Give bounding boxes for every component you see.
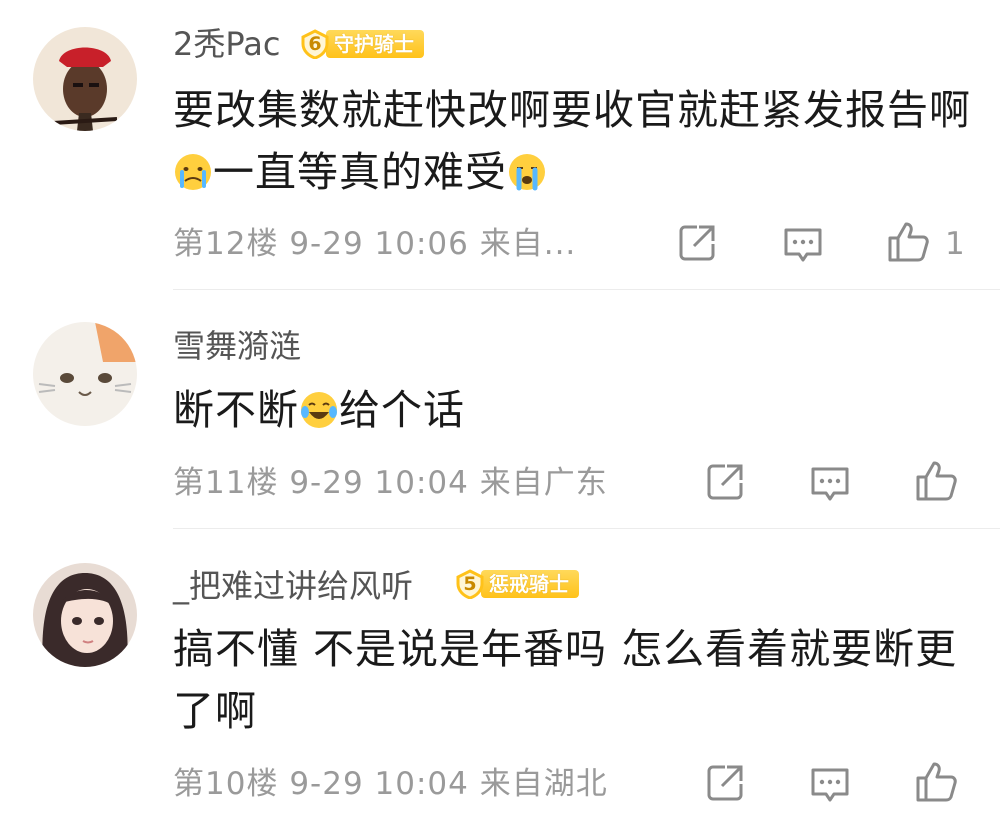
comment-meta: 第10楼 9-29 10:04 来自湖北 (173, 764, 608, 804)
divider (173, 528, 1000, 529)
badge-title: 惩戒骑士 (481, 570, 579, 598)
comment-text-line: 搞不懂 不是说是年番吗 怎么看着就要断更 (173, 625, 958, 673)
shield-icon: 6 (300, 29, 330, 59)
comment-text-line: 了啊 (173, 687, 257, 735)
avatar[interactable] (33, 27, 137, 131)
badge-title: 守护骑士 (326, 30, 424, 58)
username[interactable]: 2秃Pac (173, 24, 280, 64)
user-badge: 5 惩戒骑士 (455, 567, 579, 601)
username[interactable]: _把难过讲给风听 (173, 566, 413, 606)
avatar[interactable] (33, 322, 137, 426)
divider (173, 289, 1000, 290)
comment-text: 搞不懂 不是说是年番吗 怎么看着就要断更 了啊 (173, 618, 973, 742)
location: 来自... (479, 226, 577, 262)
floor-number: 第10楼 (173, 766, 279, 802)
comment-text-line: 一直等真的难受 (173, 141, 973, 203)
timestamp: 9-29 10:04 (289, 465, 469, 501)
like-icon[interactable] (914, 760, 958, 804)
share-icon[interactable] (675, 221, 719, 265)
avatar[interactable] (33, 563, 137, 667)
comment-text: 断不断 给个话 (173, 379, 973, 441)
comment-icon[interactable] (808, 763, 852, 807)
comment-icon[interactable] (808, 462, 852, 506)
location: 来自湖北 (479, 766, 608, 802)
floor-number: 第12楼 (173, 226, 279, 262)
floor-number: 第11楼 (173, 465, 279, 501)
laughing-crying-emoji-icon (301, 392, 337, 428)
location: 来自广东 (479, 465, 608, 501)
like-count: 1 (945, 226, 965, 262)
sobbing-emoji-icon (509, 154, 545, 191)
comment-text: 要改集数就赶快改啊要收官就赶紧发报告啊 一直等真的难受 (173, 79, 973, 203)
share-icon[interactable] (703, 761, 747, 805)
comment-meta: 第11楼 9-29 10:04 来自广东 (173, 463, 608, 503)
like-icon[interactable] (886, 220, 930, 264)
share-icon[interactable] (703, 460, 747, 504)
comment-icon[interactable] (781, 223, 825, 267)
timestamp: 9-29 10:04 (289, 766, 469, 802)
user-badge: 6 守护骑士 (300, 27, 424, 61)
shield-icon: 5 (455, 569, 485, 599)
comment-meta: 第12楼 9-29 10:06 来自... (173, 224, 576, 264)
comment-text-line: 断不断 给个话 (173, 386, 465, 434)
timestamp: 9-29 10:06 (289, 226, 469, 262)
like-icon[interactable] (914, 459, 958, 503)
comment-text-line: 要改集数就赶快改啊要收官就赶紧发报告啊 (173, 86, 971, 134)
username[interactable]: 雪舞漪涟 (173, 326, 301, 366)
crying-emoji-icon (175, 154, 211, 190)
